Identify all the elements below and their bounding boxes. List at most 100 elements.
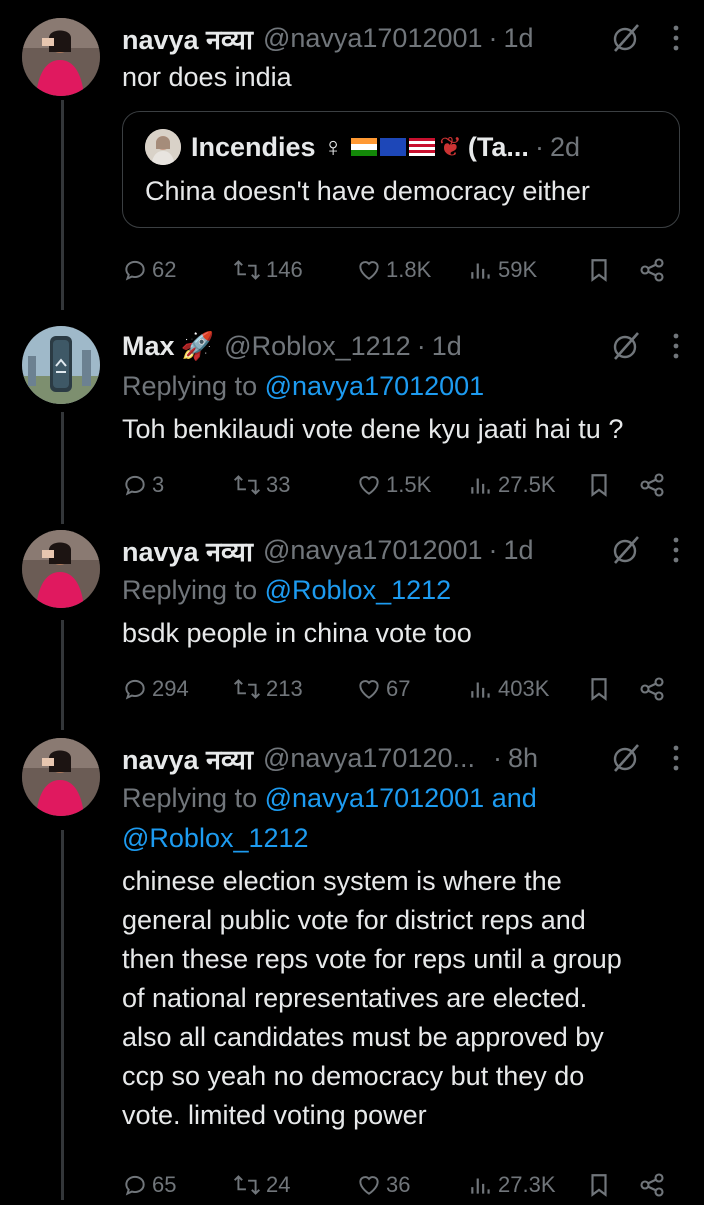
quote-display-name: Incendies ♀ xyxy=(191,131,344,162)
wilted-rose-icon: ❦ xyxy=(439,131,462,162)
views-count: 403K xyxy=(498,676,550,701)
mention-link[interactable]: @navya17012001 xyxy=(265,371,485,401)
quoted-tweet[interactable]: Incendies ♀ ❦ (Ta... · 2d China doesn't … xyxy=(122,111,680,228)
replying-to: Replying to @navya17012001 and xyxy=(122,778,680,818)
separator-dot: · xyxy=(493,742,502,773)
tweet-text: chinese election system is where the gen… xyxy=(122,862,680,1135)
mention-link[interactable]: @Roblox_1212 xyxy=(122,823,309,853)
action-bar: 65 24 36 27.3K xyxy=(122,1165,680,1205)
mention-link[interactable]: @navya17012001 and xyxy=(265,783,537,813)
timestamp[interactable]: 1d xyxy=(504,23,534,54)
like-button[interactable]: 1.8K xyxy=(356,257,431,283)
tweet-header: navya नव्या @navya17012001 · 1d xyxy=(122,530,680,570)
views-count: 27.3K xyxy=(498,1172,556,1197)
retweet-count: 24 xyxy=(266,1172,291,1197)
replying-to: Replying to @Roblox_1212 xyxy=(122,570,680,610)
like-button[interactable]: 36 xyxy=(356,1172,410,1198)
reply-button[interactable]: 65 xyxy=(122,1172,176,1198)
handle[interactable]: @Roblox_1212 xyxy=(224,331,411,362)
more-icon[interactable] xyxy=(672,332,680,360)
avatar[interactable] xyxy=(22,738,100,816)
rocket-emoji: 🚀 xyxy=(180,331,215,361)
display-name[interactable]: navya नव्या xyxy=(122,740,253,777)
views-button[interactable]: 403K xyxy=(468,676,549,702)
retweet-button[interactable]: 213 xyxy=(232,676,303,702)
quote-avatar xyxy=(145,129,181,165)
action-bar: 62 146 1.8K 59K xyxy=(122,250,680,290)
like-button[interactable]: 1.5K xyxy=(356,472,431,498)
tweet-text-line: ccp so yeah no democracy but they do xyxy=(122,1061,585,1091)
thread-line xyxy=(61,620,64,730)
handle[interactable]: @navya17012001 xyxy=(263,23,483,54)
thread-line xyxy=(61,100,64,310)
quote-name-suffix: (Ta... xyxy=(467,131,529,162)
replying-to-label: Replying to xyxy=(122,575,258,605)
tweet-header: navya नव्या @navya17012001 · 1d xyxy=(122,18,680,58)
handle[interactable]: @navya170120... xyxy=(263,743,475,774)
timestamp[interactable]: 1d xyxy=(432,331,462,362)
grok-icon[interactable] xyxy=(610,22,642,54)
handle[interactable]: @navya17012001 xyxy=(263,535,483,566)
timestamp[interactable]: 1d xyxy=(504,535,534,566)
more-icon[interactable] xyxy=(672,536,680,564)
display-name[interactable]: navya नव्या xyxy=(122,532,253,569)
reply-count: 294 xyxy=(152,676,189,701)
reply-button[interactable]: 294 xyxy=(122,676,189,702)
like-count: 67 xyxy=(386,676,411,701)
separator-dot: · xyxy=(488,534,498,565)
retweet-count: 146 xyxy=(266,257,303,282)
like-button[interactable]: 67 xyxy=(356,676,410,702)
bookmark-icon[interactable] xyxy=(586,472,612,498)
flag-usa-icon xyxy=(409,138,436,156)
share-icon[interactable] xyxy=(638,471,666,499)
quote-text: China doesn't have democracy either xyxy=(145,176,590,206)
grok-icon[interactable] xyxy=(610,742,642,774)
like-count: 36 xyxy=(386,1172,411,1197)
more-icon[interactable] xyxy=(672,744,680,772)
retweet-count: 213 xyxy=(266,676,303,701)
action-bar: 3 33 1.5K 27.5K xyxy=(122,465,680,505)
views-button[interactable]: 27.5K xyxy=(468,472,556,498)
views-button[interactable]: 59K xyxy=(468,257,537,283)
tweet-text-line: also all candidates must be approved by xyxy=(122,1022,604,1052)
grok-icon[interactable] xyxy=(610,330,642,362)
tweet-text: Toh benkilaudi vote dene kyu jaati hai t… xyxy=(122,414,624,444)
flag-india-icon xyxy=(351,138,378,156)
grok-icon[interactable] xyxy=(610,534,642,566)
reply-count: 62 xyxy=(152,257,177,282)
mention-link[interactable]: @Roblox_1212 xyxy=(265,575,452,605)
share-icon[interactable] xyxy=(638,675,666,703)
thread-line xyxy=(61,830,64,1200)
avatar[interactable] xyxy=(22,326,100,404)
replying-to-label: Replying to xyxy=(122,783,258,813)
reply-button[interactable]: 62 xyxy=(122,257,176,283)
quote-timestamp: 2d xyxy=(549,131,580,162)
thread-line xyxy=(61,412,64,524)
bookmark-icon[interactable] xyxy=(586,1172,612,1198)
tweet-text-line: chinese election system is where the xyxy=(122,866,562,896)
display-name[interactable]: navya नव्या xyxy=(122,20,253,57)
timestamp[interactable]: 8h xyxy=(508,743,538,774)
replying-to: Replying to @navya17012001 xyxy=(122,366,680,406)
tweet-text: nor does india xyxy=(122,62,292,92)
retweet-button[interactable]: 24 xyxy=(232,1172,290,1198)
reply-button[interactable]: 3 xyxy=(122,472,164,498)
tweet-header: navya नव्या @navya170120... · 8h xyxy=(122,738,680,778)
separator-dot: · xyxy=(534,131,544,162)
reply-count: 3 xyxy=(152,472,165,497)
tweet-text-line: of national representatives are elected. xyxy=(122,983,588,1013)
tweet-header: Max 🚀 @Roblox_1212 · 1d xyxy=(122,326,680,366)
avatar[interactable] xyxy=(22,18,100,96)
bookmark-icon[interactable] xyxy=(586,257,612,283)
like-count: 1.5K xyxy=(386,472,432,497)
share-icon[interactable] xyxy=(638,256,666,284)
action-bar: 294 213 67 403K xyxy=(122,669,680,709)
views-button[interactable]: 27.3K xyxy=(468,1172,556,1198)
display-name[interactable]: Max xyxy=(122,331,175,362)
more-icon[interactable] xyxy=(672,24,680,52)
retweet-button[interactable]: 33 xyxy=(232,472,290,498)
avatar[interactable] xyxy=(22,530,100,608)
retweet-button[interactable]: 146 xyxy=(232,257,303,283)
bookmark-icon[interactable] xyxy=(586,676,612,702)
share-icon[interactable] xyxy=(638,1171,666,1199)
